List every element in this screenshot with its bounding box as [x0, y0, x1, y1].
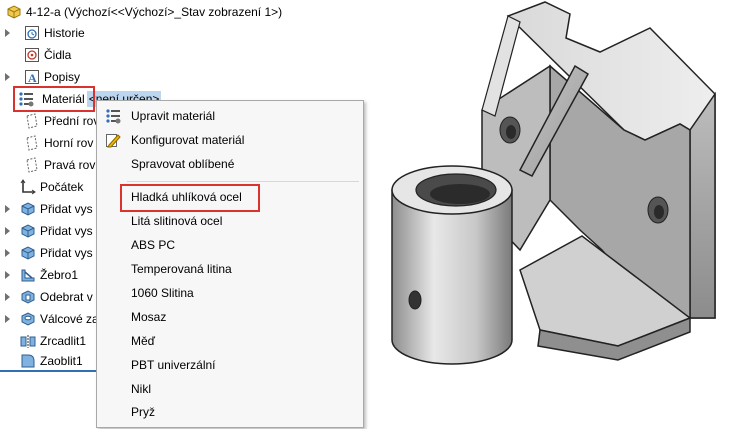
- mirror-icon: [20, 333, 36, 349]
- expand-arrow-icon[interactable]: [5, 292, 10, 301]
- expand-arrow-icon[interactable]: [5, 314, 10, 323]
- plane-icon: [24, 156, 40, 173]
- menu-item-brass[interactable]: Mosaz: [97, 306, 363, 328]
- menu-item-label: Konfigurovat materiál: [131, 133, 245, 147]
- menu-item-label: ABS PC: [131, 238, 176, 252]
- origin-icon: [20, 178, 36, 195]
- extrude-icon: [20, 223, 36, 239]
- menu-highlight-frame: [120, 184, 260, 212]
- configure-material-icon: [105, 132, 121, 148]
- svg-text:A: A: [28, 71, 37, 85]
- tree-item-sensors[interactable]: Čidla: [0, 44, 276, 65]
- menu-item-label: Temperovaná litina: [131, 262, 232, 276]
- menu-item-label: Litá slitinová ocel: [131, 214, 223, 228]
- tree-item-label: Počátek: [40, 179, 84, 194]
- tree-item-history[interactable]: Historie: [0, 22, 276, 43]
- expand-arrow-icon[interactable]: [5, 72, 10, 81]
- menu-item-label: Měď: [131, 334, 156, 348]
- tree-item-label: Zrcadlit1: [40, 333, 87, 348]
- annotations-icon: A: [24, 69, 40, 85]
- sensors-icon: [24, 47, 40, 63]
- tree-item-label: Přidat vys: [40, 245, 93, 260]
- expand-arrow-icon[interactable]: [5, 204, 10, 213]
- menu-separator: [127, 181, 359, 182]
- menu-item-label: Upravit materiál: [131, 109, 216, 123]
- expand-arrow-icon[interactable]: [5, 226, 10, 235]
- tree-item-label: Válcové za: [40, 311, 99, 326]
- tree-item-label: Přední rov: [44, 113, 100, 128]
- menu-item-copper[interactable]: Měď: [97, 330, 363, 352]
- history-icon: [24, 25, 40, 41]
- rib-icon: [20, 267, 36, 283]
- plane-icon: [24, 112, 40, 129]
- tree-item-annotations[interactable]: A Popisy: [0, 66, 276, 87]
- tree-item-label: Čidla: [44, 47, 72, 62]
- tree-item-label: Zaoblit1: [40, 353, 83, 368]
- menu-item-rubber[interactable]: Pryž: [97, 401, 363, 423]
- menu-item-label: Mosaz: [131, 310, 167, 324]
- menu-item-label: PBT univerzální: [131, 358, 216, 372]
- model-viewport[interactable]: [370, 0, 750, 426]
- tree-item-label: Přidat vys: [40, 201, 93, 216]
- expand-arrow-icon[interactable]: [5, 248, 10, 257]
- tree-item-label: Horní rov: [44, 135, 94, 150]
- bracket-3d-model: [391, 1, 716, 365]
- material-context-menu: Upravit materiál Konfigurovat materiál S…: [96, 100, 364, 428]
- menu-item-pbt-general[interactable]: PBT univerzální: [97, 354, 363, 376]
- tree-item-label: Přidat vys: [40, 223, 93, 238]
- extrude-icon: [20, 245, 36, 261]
- plane-icon: [24, 134, 40, 151]
- menu-item-label: Spravovat oblíbené: [131, 157, 235, 171]
- edit-material-icon: [105, 108, 121, 124]
- menu-item-nickel[interactable]: Nikl: [97, 378, 363, 400]
- tree-item-label: Pravá rovi: [44, 157, 99, 172]
- expand-arrow-icon[interactable]: [5, 28, 10, 37]
- extrude-icon: [20, 201, 36, 217]
- menu-item-abs-pc[interactable]: ABS PC: [97, 234, 363, 256]
- material-highlight-frame: [13, 86, 95, 112]
- menu-item-label: Nikl: [131, 382, 151, 396]
- tree-item-label: Popisy: [44, 69, 81, 84]
- menu-item-configure-material[interactable]: Konfigurovat materiál: [97, 129, 363, 151]
- hole-icon: [20, 311, 36, 327]
- menu-item-label: 1060 Slitina: [131, 286, 194, 300]
- cut-extrude-icon: [20, 289, 36, 305]
- fillet-icon: [20, 353, 36, 369]
- menu-item-edit-material[interactable]: Upravit materiál: [97, 105, 363, 127]
- tree-item-label: Žebro1: [40, 267, 79, 282]
- tree-item-label: Historie: [44, 25, 85, 40]
- menu-item-label: Pryž: [131, 405, 155, 419]
- menu-item-malleable-iron[interactable]: Temperovaná litina: [97, 258, 363, 280]
- tree-root[interactable]: 4-12-a (Výchozí<<Výchozí>_Stav zobrazení…: [6, 1, 282, 22]
- part-icon: [6, 4, 22, 20]
- menu-item-1060-alloy[interactable]: 1060 Slitina: [97, 282, 363, 304]
- tree-item-label: Odebrat v: [40, 289, 93, 304]
- menu-item-cast-alloy-steel[interactable]: Litá slitinová ocel: [97, 210, 363, 232]
- menu-item-manage-favorites[interactable]: Spravovat oblíbené: [97, 153, 363, 175]
- tree-root-label: 4-12-a (Výchozí<<Výchozí>_Stav zobrazení…: [26, 4, 283, 19]
- expand-arrow-icon[interactable]: [5, 270, 10, 279]
